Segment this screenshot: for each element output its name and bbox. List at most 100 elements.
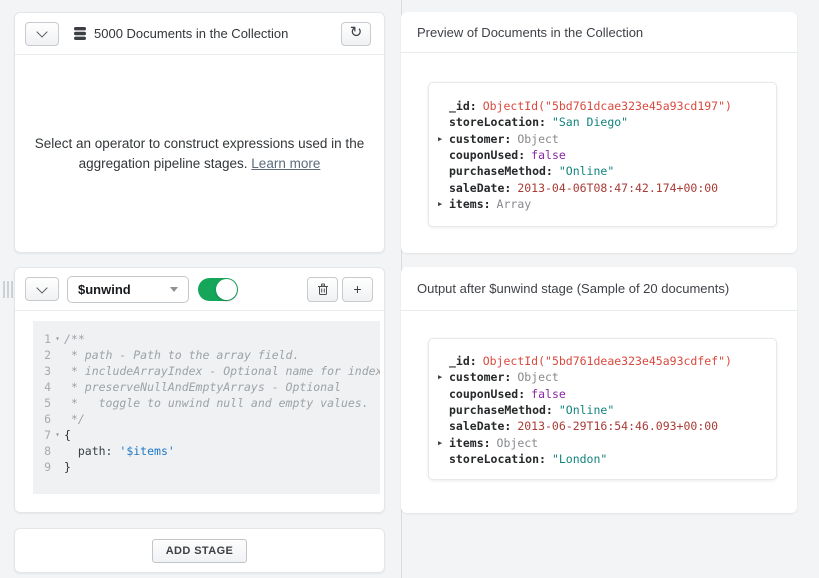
- field-value: ObjectId("5bd761deae323e45a93cdfef"): [483, 354, 732, 368]
- code-line: 1▾/**: [33, 331, 380, 347]
- stage-collapse-toggle-button[interactable]: [25, 277, 59, 301]
- field-value: 2013-04-06T08:47:42.174+00:00: [517, 181, 718, 195]
- field-value: "San Diego": [552, 115, 628, 129]
- fold-spacer: [51, 347, 64, 363]
- add-stage-after-button[interactable]: +: [342, 277, 373, 302]
- chevron-down-icon: [36, 282, 47, 293]
- code-text: * preserveNullAndEmptyArrays - Optional: [64, 379, 341, 395]
- refresh-button[interactable]: ↻: [341, 22, 371, 46]
- add-stage-card: ADD STAGE: [14, 528, 385, 573]
- field-value: ObjectId("5bd761dcae323e45a93cd197"): [483, 99, 732, 113]
- expand-arrow-icon[interactable]: ▶: [438, 200, 449, 208]
- document-preview: _id:ObjectId("5bd761dcae323e45a93cd197")…: [429, 98, 776, 212]
- stage-editor[interactable]: 1▾/**2 * path - Path to the array field.…: [33, 321, 380, 494]
- field-value: Array: [497, 197, 532, 211]
- line-number: 8: [33, 443, 51, 459]
- document-field-row: saleDate: 2013-04-06T08:47:42.174+00:00: [429, 179, 776, 195]
- code-text: {: [64, 427, 71, 443]
- code-text: * toggle to unwind null and empty values…: [64, 395, 369, 411]
- fold-spacer: [51, 395, 64, 411]
- code-line: 9}: [33, 459, 380, 475]
- field-value: 2013-06-29T16:54:46.093+00:00: [517, 419, 718, 433]
- output-panel: Output after $unwind stage (Sample of 20…: [401, 267, 797, 513]
- document-field-row: _id: ObjectId("5bd761deae323e45a93cdfef"): [429, 353, 776, 369]
- expand-arrow-icon[interactable]: ▶: [438, 373, 449, 381]
- field-value: "Online": [559, 403, 614, 417]
- line-number: 9: [33, 459, 51, 475]
- delete-stage-button[interactable]: [307, 277, 338, 302]
- field-name: customer:: [449, 132, 511, 146]
- field-value: false: [531, 148, 566, 162]
- output-panel-title: Output after $unwind stage (Sample of 20…: [417, 281, 729, 296]
- stage-enabled-toggle[interactable]: [198, 278, 238, 301]
- operator-hint-body: Select an operator to construct expressi…: [15, 55, 384, 252]
- field-name: purchaseMethod:: [449, 403, 553, 417]
- code-text: }: [64, 459, 71, 475]
- code-line: 4 * preserveNullAndEmptyArrays - Optiona…: [33, 379, 380, 395]
- fold-spacer: [51, 379, 64, 395]
- fold-spacer: [51, 411, 64, 427]
- document-field-row: ▶items: Array: [429, 196, 776, 212]
- stage-operator-value: $unwind: [78, 282, 131, 297]
- field-name: customer:: [449, 370, 511, 384]
- collection-card-header: 5000 Documents in the Collection ↻: [15, 13, 384, 55]
- code-text: * includeArrayIndex - Optional name for …: [64, 363, 380, 379]
- field-value: Object: [517, 370, 559, 384]
- fold-caret-icon[interactable]: ▾: [51, 427, 64, 443]
- line-number: 2: [33, 347, 51, 363]
- line-number: 4: [33, 379, 51, 395]
- field-name: saleDate:: [449, 181, 511, 195]
- expand-arrow-icon[interactable]: ▶: [438, 439, 449, 447]
- fold-spacer: [51, 363, 64, 379]
- document-field-row: storeLocation: "San Diego": [429, 114, 776, 130]
- field-name: couponUsed:: [449, 387, 525, 401]
- document-field-row: _id:ObjectId("5bd761dcae323e45a93cd197"): [429, 98, 776, 114]
- document-field-row: storeLocation:"London": [429, 451, 776, 467]
- output-panel-header: Output after $unwind stage (Sample of 20…: [401, 267, 797, 311]
- document-field-row: ▶customer: Object: [429, 369, 776, 385]
- preview-panel: Preview of Documents in the Collection _…: [401, 12, 797, 253]
- fold-caret-icon[interactable]: ▾: [51, 331, 64, 347]
- database-icon: [73, 26, 87, 41]
- document-field-row: saleDate: 2013-06-29T16:54:46.093+00:00: [429, 418, 776, 434]
- stage-card-header: $unwind +: [15, 268, 384, 311]
- document-card: _id: ObjectId("5bd761deae323e45a93cdfef")…: [428, 338, 777, 480]
- field-value: false: [531, 387, 566, 401]
- fold-spacer: [51, 443, 64, 459]
- document-field-row: couponUsed:false: [429, 147, 776, 163]
- line-number: 7: [33, 427, 51, 443]
- select-caret-icon: [170, 287, 178, 292]
- field-name: items:: [449, 197, 491, 211]
- refresh-icon: ↻: [350, 25, 363, 40]
- code-line: 8 path: '$items': [33, 443, 380, 459]
- code-line: 7▾{: [33, 427, 380, 443]
- drag-handle-icon[interactable]: [3, 281, 13, 298]
- field-name: saleDate:: [449, 419, 511, 433]
- plus-icon: +: [353, 282, 361, 296]
- field-name: _id:: [449, 354, 477, 368]
- code-line: 3 * includeArrayIndex - Optional name fo…: [33, 363, 380, 379]
- field-value: Object: [497, 436, 539, 450]
- code-text: */: [64, 411, 85, 427]
- aggregation-pipeline-builder: 5000 Documents in the Collection ↻ Selec…: [0, 0, 819, 578]
- stage-card: $unwind +: [14, 267, 385, 513]
- stage-operator-select[interactable]: $unwind: [67, 276, 189, 303]
- field-value: "Online": [559, 164, 614, 178]
- code-text: * path - Path to the array field.: [64, 347, 299, 363]
- stage-editor-lines: 1▾/**2 * path - Path to the array field.…: [33, 331, 380, 475]
- code-line: 5 * toggle to unwind null and empty valu…: [33, 395, 380, 411]
- line-number: 6: [33, 411, 51, 427]
- field-value: "London": [552, 452, 607, 466]
- field-name: storeLocation:: [449, 115, 546, 129]
- trash-icon: [317, 283, 329, 296]
- collapse-toggle-button[interactable]: [25, 22, 59, 46]
- preview-panel-title: Preview of Documents in the Collection: [417, 25, 643, 40]
- collection-count-label: 5000 Documents in the Collection: [94, 26, 288, 41]
- document-field-row: purchaseMethod: "Online": [429, 163, 776, 179]
- expand-arrow-icon[interactable]: ▶: [438, 135, 449, 143]
- preview-panel-header: Preview of Documents in the Collection: [401, 12, 797, 53]
- add-stage-button[interactable]: ADD STAGE: [152, 539, 248, 563]
- field-name: purchaseMethod:: [449, 164, 553, 178]
- line-number: 3: [33, 363, 51, 379]
- learn-more-link[interactable]: Learn more: [251, 156, 320, 171]
